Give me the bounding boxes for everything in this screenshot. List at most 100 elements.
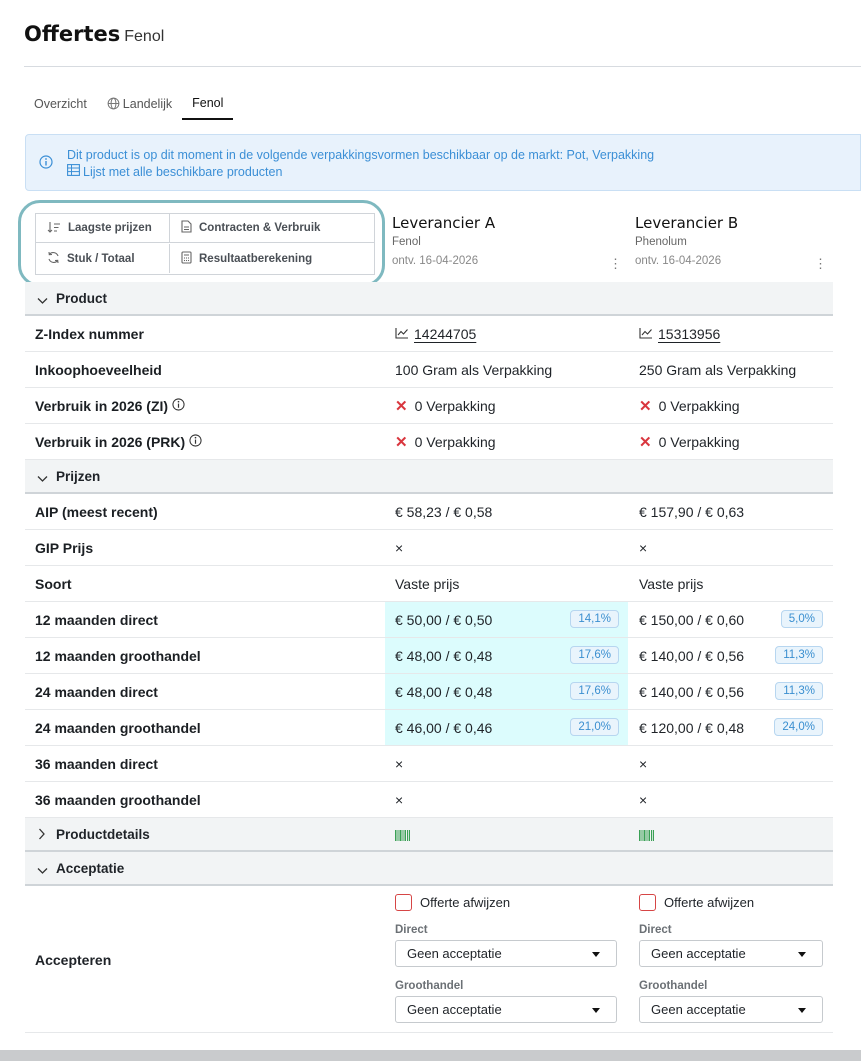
cross-icon: ✕ (639, 397, 652, 415)
tab-fenol[interactable]: Fenol (182, 90, 234, 120)
price-value: € 46,00 / € 0,46 (395, 719, 493, 736)
acceptance-row: Accepteren Offerte afwijzen Direct Geen … (25, 886, 833, 1033)
vendor-a-name: Leverancier A (392, 214, 496, 232)
row-label: AIP (meest recent) (35, 504, 158, 520)
select-value: Geen acceptatie (407, 1002, 502, 1017)
info-message: Dit product is op dit moment in de volge… (67, 148, 655, 162)
section-label: Prijzen (56, 468, 101, 484)
info-banner: Dit product is op dit moment in de volge… (25, 134, 861, 191)
section-productdetails[interactable]: Productdetails (25, 818, 833, 852)
tab-landelijk[interactable]: Landelijk (97, 90, 182, 120)
vendor-a-received: ontv. 16-04-2026 (392, 255, 479, 267)
vendor-a-acceptance: Offerte afwijzen Direct Geen acceptatie … (395, 894, 620, 1023)
discount-badge: 17,6% (570, 682, 619, 700)
vendor-b-received: ontv. 16-04-2026 (635, 255, 722, 267)
cell-a: 14244705 (385, 316, 628, 351)
section-label: Acceptatie (56, 860, 125, 876)
checkbox-box[interactable] (639, 894, 656, 911)
select-value: Geen acceptatie (651, 1002, 746, 1017)
checkbox-box[interactable] (395, 894, 412, 911)
info-icon[interactable] (172, 398, 185, 414)
cross-icon: ✕ (395, 397, 408, 415)
table-row: Soort Vaste prijs Vaste prijs (25, 566, 833, 602)
table-row: 36 maanden direct × × (25, 746, 833, 782)
product-list-link[interactable]: Lijst met alle beschikbare producten (67, 164, 282, 179)
table-row: 12 maanden groothandel € 48,00 / € 0,48 1… (25, 638, 833, 674)
bottom-scroll-strip (0, 1050, 861, 1061)
wholesale-acceptance-select[interactable]: Geen acceptatie (639, 996, 823, 1023)
trend-icon (395, 326, 409, 342)
section-acceptance[interactable]: Acceptatie (25, 852, 833, 886)
cell-a: × (395, 755, 404, 772)
price-value: € 48,00 / € 0,48 (395, 647, 493, 664)
table-row: GIP Prijs × × (25, 530, 833, 566)
chevron-down-icon (37, 863, 48, 878)
table-row: 36 maanden groothandel × × (25, 782, 833, 818)
row-label: 36 maanden direct (35, 756, 158, 772)
cell-a: × (395, 791, 404, 808)
field-label: Groothandel (639, 980, 708, 992)
cell-a: € 50,00 / € 0,50 14,1% (385, 602, 628, 637)
row-label: 36 maanden groothandel (35, 792, 201, 808)
table-row: Verbruik in 2026 (ZI) ✕ 0 Verpakking ✕ 0 V… (25, 388, 833, 424)
vendor-b-product: Phenolum (635, 236, 687, 248)
checkbox-label: Offerte afwijzen (420, 895, 511, 910)
cell-a: € 48,00 / € 0,48 17,6% (385, 674, 628, 709)
vendor-b-header: Leverancier B Phenolum ontv. 16-04-2026 (635, 214, 835, 267)
zindex-value: 14244705 (414, 325, 477, 342)
table-row: AIP (meest recent) € 58,23 / € 0,58 € 15… (25, 494, 833, 530)
cell-b: ✕ 0 Verpakking (628, 424, 833, 459)
cell-b: × (639, 791, 648, 808)
direct-acceptance-select[interactable]: Geen acceptatie (639, 940, 823, 967)
price-value: € 140,00 / € 0,56 (639, 647, 745, 664)
price-value: € 140,00 / € 0,56 (639, 683, 745, 700)
section-product[interactable]: Product (25, 282, 833, 316)
cell-a: × (395, 539, 404, 556)
product-list-link-label: Lijst met alle beschikbare producten (83, 164, 283, 179)
usage-value: 0 Verpakking (658, 397, 740, 414)
tab-label: Overzicht (34, 96, 87, 111)
zindex-link-b[interactable]: 15313956 (639, 326, 720, 342)
tab-overzicht[interactable]: Overzicht (24, 90, 97, 120)
cell-b: × (639, 755, 648, 772)
discount-badge: 24,0% (774, 718, 823, 736)
zindex-link-a[interactable]: 14244705 (395, 326, 476, 342)
info-icon[interactable] (189, 434, 202, 450)
select-value: Geen acceptatie (407, 946, 502, 961)
vendor-b-menu-icon[interactable]: ⋮ (814, 256, 827, 272)
row-label: Inkoophoeveelheid (35, 362, 162, 378)
barcode-icon (639, 829, 654, 844)
table-row: 12 maanden direct € 50,00 / € 0,50 14,1% … (25, 602, 833, 638)
usage-value: 0 Verpakking (414, 433, 496, 450)
cell-b: ✕ 0 Verpakking (628, 388, 833, 423)
table-row: Z-Index nummer 14244705 15313956 (25, 316, 833, 352)
field-label: Direct (395, 924, 428, 936)
select-value: Geen acceptatie (651, 946, 746, 961)
row-label: Z-Index nummer (35, 326, 144, 342)
chevron-right-icon (38, 828, 46, 843)
cell-a: € 46,00 / € 0,46 21,0% (385, 710, 628, 745)
vendor-b-acceptance: Offerte afwijzen Direct Geen acceptatie … (639, 894, 861, 1023)
cell-b: 15313956 (628, 316, 833, 351)
price-value: € 150,00 / € 0,60 (639, 611, 745, 628)
reject-offer-checkbox[interactable]: Offerte afwijzen (639, 894, 861, 911)
zindex-value: 15313956 (658, 325, 721, 342)
wholesale-acceptance-select[interactable]: Geen acceptatie (395, 996, 617, 1023)
vendor-a-product: Fenol (392, 236, 421, 248)
page-subtitle: Fenol (124, 28, 165, 45)
table-icon (67, 164, 80, 179)
direct-acceptance-select[interactable]: Geen acceptatie (395, 940, 617, 967)
row-label-wrap: Verbruik in 2026 (ZI) (35, 398, 185, 414)
row-label: 24 maanden groothandel (35, 720, 201, 736)
page-title: Offertes (24, 22, 121, 46)
info-icon (39, 155, 53, 172)
barcode-icon (395, 829, 410, 844)
section-prices[interactable]: Prijzen (25, 460, 833, 494)
reject-offer-checkbox[interactable]: Offerte afwijzen (395, 894, 620, 911)
caret-down-icon (592, 1008, 600, 1013)
vendor-a-menu-icon[interactable]: ⋮ (609, 256, 622, 272)
row-label: 12 maanden groothandel (35, 648, 201, 664)
cell-a: € 48,00 / € 0,48 17,6% (385, 638, 628, 673)
cross-icon: ✕ (639, 433, 652, 451)
tab-label: Fenol (192, 95, 224, 110)
